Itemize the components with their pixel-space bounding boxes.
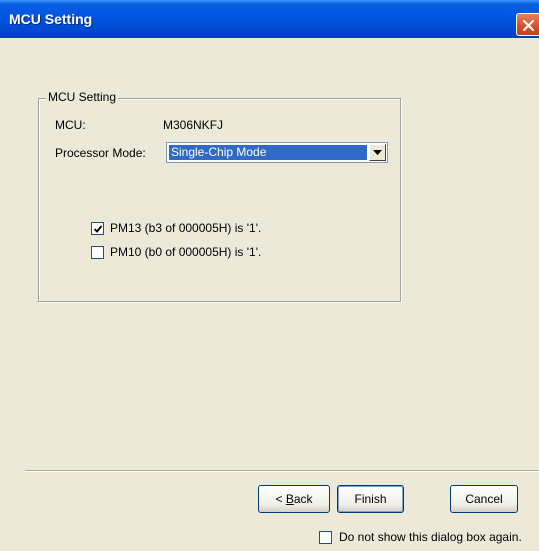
finish-button[interactable]: Finish (337, 485, 404, 513)
close-button[interactable] (516, 13, 539, 36)
cancel-label: Cancel (465, 492, 503, 506)
back-prefix: < (275, 492, 286, 506)
back-button[interactable]: < Back (258, 485, 330, 513)
mcu-label: MCU: (55, 118, 86, 132)
pm13-checkbox[interactable] (91, 222, 104, 235)
finish-label: Finish (354, 492, 387, 506)
pm10-checkbox[interactable] (91, 246, 104, 259)
cancel-button[interactable]: Cancel (450, 485, 518, 513)
title-bar[interactable]: MCU Setting (0, 0, 539, 38)
close-icon (522, 19, 535, 32)
window-title: MCU Setting (9, 11, 93, 27)
processor-mode-select[interactable]: Single-Chip Mode (166, 142, 388, 163)
chevron-down-icon (373, 150, 382, 155)
back-mnemonic: B (285, 492, 294, 506)
processor-mode-label: Processor Mode: (55, 146, 146, 160)
checkmark-icon (93, 225, 103, 233)
pm10-label[interactable]: PM10 (b0 of 000005H) is '1'. (110, 245, 261, 259)
dropdown-button[interactable] (369, 144, 386, 161)
pm13-label[interactable]: PM13 (b3 of 000005H) is '1'. (110, 221, 261, 235)
footer-separator (25, 470, 539, 472)
dont-show-checkbox[interactable] (319, 531, 332, 544)
dont-show-label[interactable]: Do not show this dialog box again. (339, 530, 522, 544)
back-rest: ack (293, 492, 313, 506)
mcu-value: M306NKFJ (163, 118, 224, 132)
processor-mode-value: Single-Chip Mode (169, 145, 367, 160)
group-label: MCU Setting (46, 90, 119, 104)
